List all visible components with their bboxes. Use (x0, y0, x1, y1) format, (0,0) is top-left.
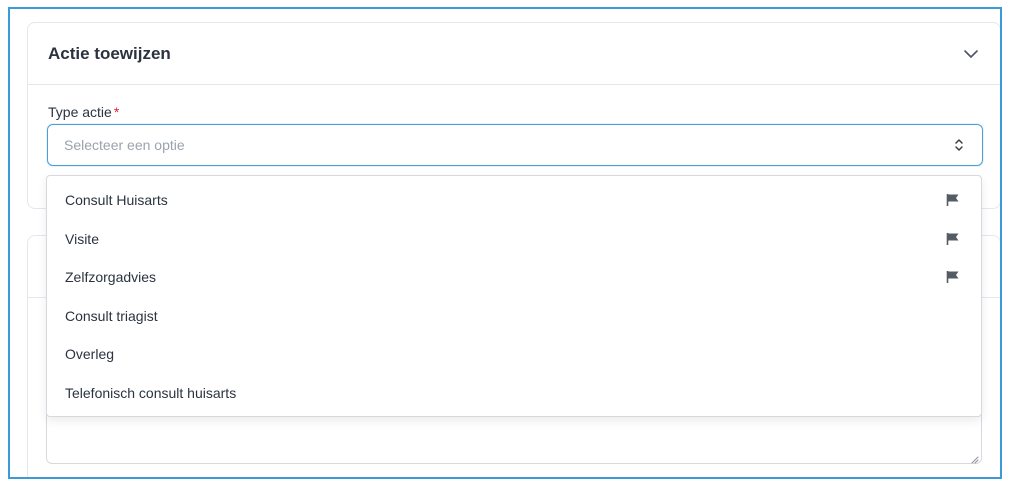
option-label: Visite (65, 230, 99, 247)
flag-icon (945, 192, 961, 208)
chevron-up-down-icon (952, 136, 966, 154)
chevron-down-icon[interactable] (962, 45, 980, 63)
option-label: Consult triagist (65, 307, 158, 324)
type-action-label: Type actie * (48, 104, 119, 120)
type-action-label-text: Type actie (48, 104, 112, 120)
type-action-select[interactable]: Selecteer een optie (47, 124, 983, 166)
option-label: Consult Huisarts (65, 192, 168, 209)
option-zelfzorgadvies[interactable]: Zelfzorgadvies (47, 258, 981, 297)
option-overleg[interactable]: Overleg (47, 335, 981, 374)
screenshot-frame: Actie toewijzen Type actie * Selecteer ee… (8, 7, 1002, 479)
option-label: Telefonisch consult huisarts (65, 384, 237, 401)
card-title: Actie toewijzen (48, 43, 171, 63)
select-placeholder: Selecteer een optie (64, 137, 185, 153)
resize-handle-icon[interactable] (969, 451, 979, 464)
card-header[interactable]: Actie toewijzen (28, 23, 1000, 85)
type-action-dropdown-menu: Consult Huisarts Visite Zelfzorgadvies C… (46, 175, 982, 417)
option-consult-huisarts[interactable]: Consult Huisarts (47, 181, 981, 220)
option-consult-triagist[interactable]: Consult triagist (47, 297, 981, 336)
option-visite[interactable]: Visite (47, 220, 981, 259)
flag-icon (945, 231, 961, 247)
option-telefonisch-consult-huisarts[interactable]: Telefonisch consult huisarts (47, 374, 981, 413)
option-label: Overleg (65, 346, 115, 363)
flag-icon (945, 269, 961, 285)
option-label: Zelfzorgadvies (65, 269, 157, 286)
required-indicator: * (113, 104, 120, 120)
